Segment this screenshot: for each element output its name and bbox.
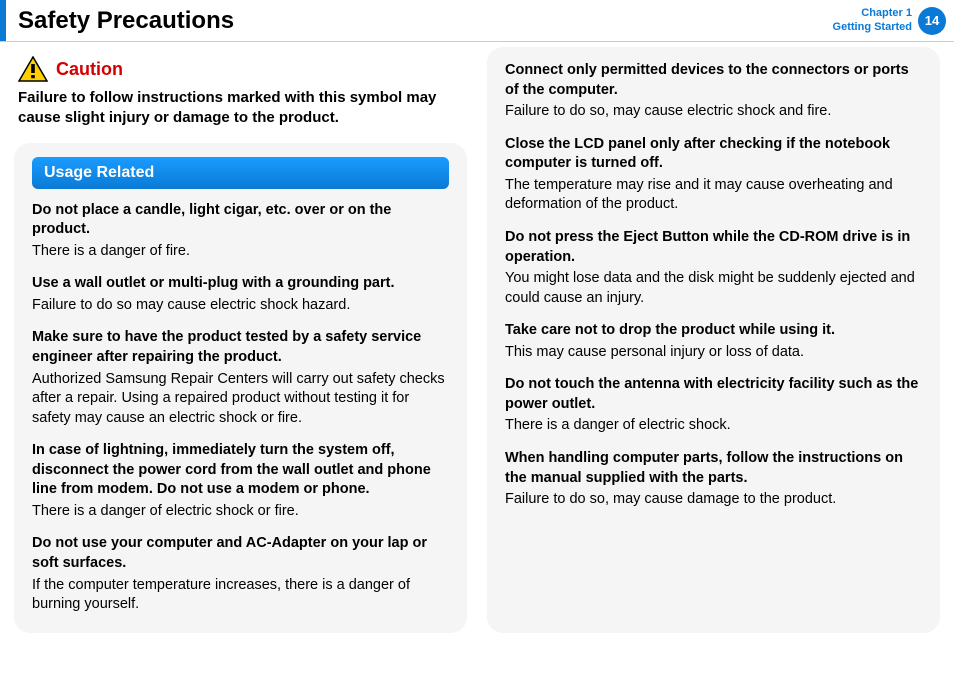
precaution-item: Take care not to drop the product while …	[505, 321, 922, 362]
precaution-item: Use a wall outlet or multi-plug with a g…	[32, 274, 449, 315]
precaution-body: Failure to do so, may cause electric sho…	[505, 102, 922, 122]
precaution-item: Do not press the Eject Button while the …	[505, 228, 922, 308]
precaution-heading: Close the LCD panel only after checking …	[505, 135, 922, 174]
precaution-body: There is a danger of electric shock.	[505, 416, 922, 436]
precaution-item: Do not touch the antenna with electricit…	[505, 375, 922, 436]
chapter-line2: Getting Started	[833, 21, 912, 34]
precaution-body: There is a danger of electric shock or f…	[32, 502, 449, 522]
page-header: Safety Precautions Chapter 1 Getting Sta…	[0, 0, 954, 42]
precaution-body: There is a danger of fire.	[32, 242, 449, 262]
precaution-body: If the computer temperature increases, t…	[32, 576, 449, 615]
header-right: Chapter 1 Getting Started 14	[833, 7, 946, 35]
precaution-item: When handling computer parts, follow the…	[505, 449, 922, 510]
content-columns: Usage Related Do not place a candle, lig…	[0, 137, 954, 633]
precaution-heading: In case of lightning, immediately turn t…	[32, 441, 449, 500]
right-item-list: Connect only permitted devices to the co…	[505, 61, 922, 510]
precaution-body: This may cause personal injury or loss o…	[505, 343, 922, 363]
precaution-body: Failure to do so may cause electric shoc…	[32, 296, 449, 316]
precaution-heading: Use a wall outlet or multi-plug with a g…	[32, 274, 449, 294]
precaution-item: Make sure to have the product tested by …	[32, 328, 449, 428]
precaution-heading: Do not place a candle, light cigar, etc.…	[32, 201, 449, 240]
accent-bar	[0, 0, 6, 41]
precaution-body: You might lose data and the disk might b…	[505, 269, 922, 308]
page-title: Safety Precautions	[18, 7, 234, 35]
page-number: 14	[925, 13, 939, 28]
precaution-heading: Take care not to drop the product while …	[505, 321, 922, 341]
precaution-heading: Connect only permitted devices to the co…	[505, 61, 922, 100]
precaution-body: Failure to do so, may cause damage to th…	[505, 490, 922, 510]
left-card: Usage Related Do not place a candle, lig…	[14, 143, 467, 633]
left-item-list: Do not place a candle, light cigar, etc.…	[32, 201, 449, 615]
header-left: Safety Precautions	[0, 0, 234, 41]
precaution-item: In case of lightning, immediately turn t…	[32, 441, 449, 521]
right-card: Connect only permitted devices to the co…	[487, 47, 940, 633]
precaution-heading: Do not press the Eject Button while the …	[505, 228, 922, 267]
precaution-item: Connect only permitted devices to the co…	[505, 61, 922, 122]
precaution-body: The temperature may rise and it may caus…	[505, 176, 922, 215]
warning-triangle-icon	[18, 56, 48, 82]
precaution-item: Do not use your computer and AC-Adapter …	[32, 534, 449, 614]
precaution-item: Do not place a candle, light cigar, etc.…	[32, 201, 449, 262]
precaution-heading: Do not use your computer and AC-Adapter …	[32, 534, 449, 573]
chapter-line1: Chapter 1	[833, 7, 912, 20]
precaution-item: Close the LCD panel only after checking …	[505, 135, 922, 215]
precaution-heading: Do not touch the antenna with electricit…	[505, 375, 922, 414]
page-number-badge: 14	[918, 7, 946, 35]
caution-label: Caution	[56, 59, 123, 80]
precaution-body: Authorized Samsung Repair Centers will c…	[32, 370, 449, 429]
caution-description: Failure to follow instructions marked wi…	[18, 88, 463, 127]
chapter-label: Chapter 1 Getting Started	[833, 7, 912, 33]
section-heading: Usage Related	[32, 157, 449, 189]
precaution-heading: Make sure to have the product tested by …	[32, 328, 449, 367]
precaution-heading: When handling computer parts, follow the…	[505, 449, 922, 488]
